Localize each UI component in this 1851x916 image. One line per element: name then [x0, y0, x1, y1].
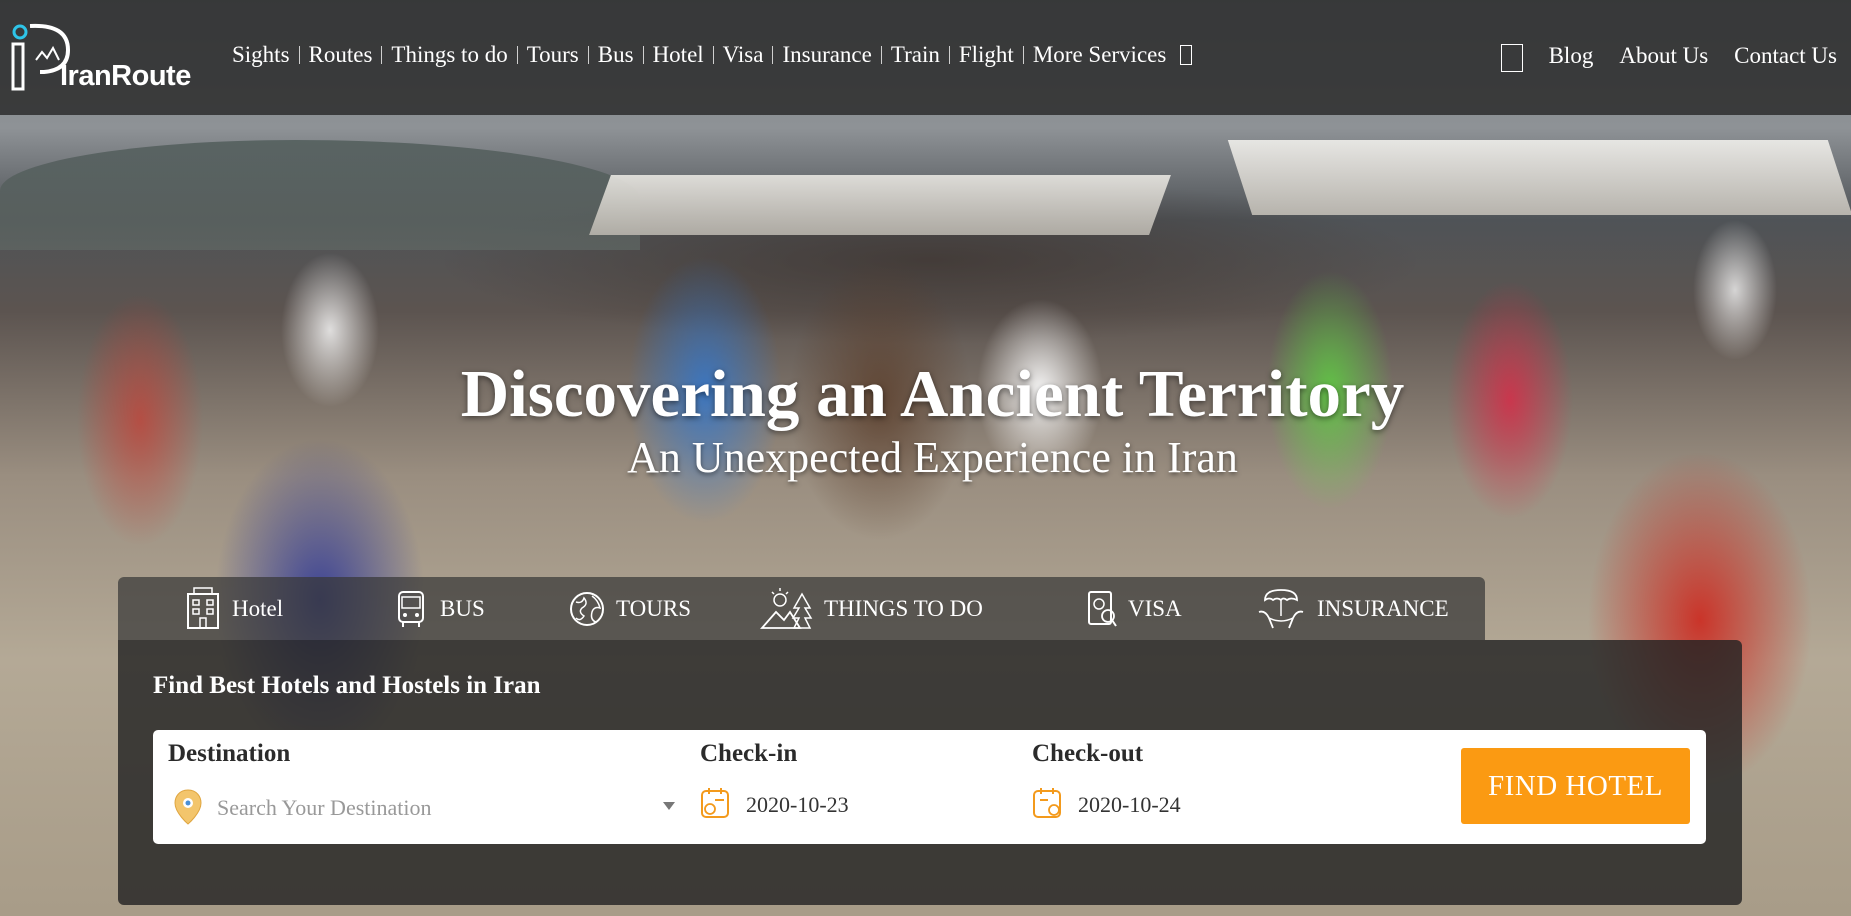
nav-item-insurance[interactable]: Insurance: [782, 42, 871, 68]
search-category-tabs: Hotel BUS TOURS THINGS TO DO VISA INSURA…: [118, 577, 1485, 640]
nav-divider: [772, 46, 774, 64]
nav-item-visa[interactable]: Visa: [723, 42, 764, 68]
nav-divider: [587, 46, 589, 64]
hero-subtitle: An Unexpected Experience in Iran: [627, 433, 1238, 482]
activities-icon: [760, 587, 813, 629]
tab-visa[interactable]: VISA: [1086, 577, 1182, 640]
hero-title: Discovering an Ancient Territory: [460, 357, 1405, 431]
more-services-label: More Services: [1032, 42, 1167, 67]
tab-insurance[interactable]: INSURANCE: [1255, 577, 1449, 640]
checkout-date-value[interactable]: 2020-10-24: [1078, 792, 1181, 818]
hotel-icon: [187, 586, 219, 629]
hotel-search-panel: Find Best Hotels and Hostels in Iran Des…: [118, 640, 1742, 905]
nav-divider: [712, 46, 714, 64]
tab-hotel-label: Hotel: [232, 595, 284, 621]
tab-hotel[interactable]: Hotel: [184, 577, 283, 640]
nav-link-about-us[interactable]: About Us: [1619, 43, 1708, 69]
calendar-icon[interactable]: [1032, 786, 1064, 820]
bus-icon: [398, 590, 424, 627]
nav-item-sights[interactable]: Sights: [232, 42, 290, 68]
passport-icon: [1088, 590, 1117, 627]
background-building-roof: [589, 175, 1171, 235]
checkin-date-value[interactable]: 2020-10-23: [746, 792, 849, 818]
nav-item-tours[interactable]: Tours: [527, 42, 579, 68]
find-hotel-button[interactable]: FIND HOTEL: [1461, 748, 1690, 824]
nav-divider: [381, 46, 383, 64]
main-nav: Sights Routes Things to do Tours Bus Hot…: [232, 42, 1193, 68]
tab-visa-label: VISA: [1128, 595, 1182, 621]
background-hills: [0, 140, 640, 250]
search-panel-title: Find Best Hotels and Hostels in Iran: [153, 672, 541, 699]
calendar-icon[interactable]: [700, 786, 732, 820]
nav-item-hotel[interactable]: Hotel: [653, 42, 704, 68]
tab-tours-label: TOURS: [616, 595, 691, 621]
nav-divider: [298, 46, 300, 64]
hotel-search-form: Destination Check-in 2020-10-23 Check-ou…: [153, 730, 1706, 844]
checkout-label: Check-out: [1032, 740, 1144, 767]
nav-divider: [880, 46, 882, 64]
destination-label: Destination: [168, 740, 291, 767]
secondary-nav: Blog About Us Contact Us: [1500, 40, 1837, 72]
insurance-icon: [1258, 588, 1304, 628]
dropdown-icon: [1180, 45, 1193, 65]
nav-link-contact-us[interactable]: Contact Us: [1734, 43, 1837, 69]
checkin-label: Check-in: [700, 740, 798, 767]
nav-item-routes[interactable]: Routes: [309, 42, 373, 68]
tab-things-to-do-label: THINGS TO DO: [824, 595, 983, 621]
destination-dropdown-caret-icon[interactable]: [663, 802, 675, 810]
nav-item-train[interactable]: Train: [891, 42, 940, 68]
location-pin-icon: [174, 789, 202, 825]
nav-divider: [948, 46, 950, 64]
logo-text: IranRoute: [60, 60, 191, 92]
tab-bus-label: BUS: [440, 595, 485, 621]
nav-item-more-services[interactable]: More Services: [1033, 42, 1193, 68]
nav-divider: [1022, 46, 1024, 64]
tab-bus[interactable]: BUS: [392, 577, 485, 640]
nav-divider: [642, 46, 644, 64]
tab-insurance-label: INSURANCE: [1317, 595, 1449, 621]
nav-item-things-to-do[interactable]: Things to do: [391, 42, 507, 68]
background-building-roof: [1227, 140, 1851, 215]
destination-search-input[interactable]: [215, 788, 689, 828]
site-logo[interactable]: IranRoute: [10, 20, 210, 98]
globe-icon: [570, 591, 604, 626]
tab-tours[interactable]: TOURS: [568, 577, 691, 640]
nav-item-bus[interactable]: Bus: [598, 42, 634, 68]
language-icon[interactable]: [1500, 44, 1523, 72]
top-navigation-bar: IranRoute Sights Routes Things to do Tou…: [0, 0, 1851, 115]
nav-link-blog[interactable]: Blog: [1549, 43, 1594, 69]
nav-item-flight[interactable]: Flight: [959, 42, 1014, 68]
nav-divider: [516, 46, 518, 64]
tab-things-to-do[interactable]: THINGS TO DO: [760, 577, 983, 640]
